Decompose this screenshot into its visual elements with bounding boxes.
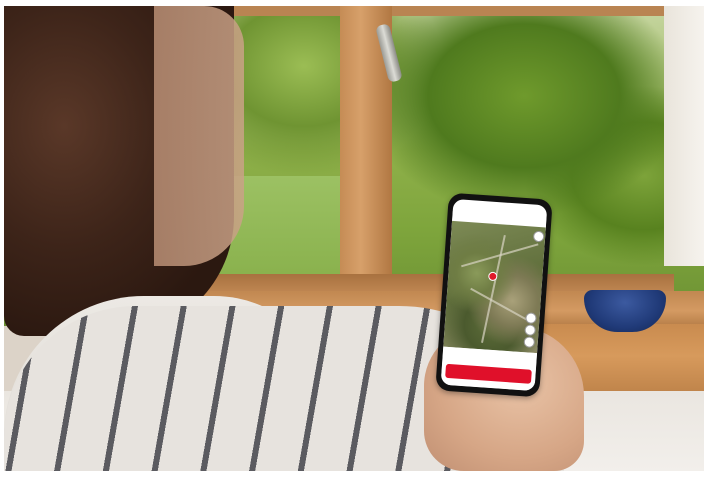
primary-action-button[interactable]	[445, 363, 532, 384]
map-control-icon[interactable]	[525, 312, 537, 325]
map-control-icon[interactable]	[523, 336, 536, 348]
person-cheek	[154, 6, 244, 266]
map-control-icon[interactable]	[524, 324, 537, 336]
phone-screen	[440, 198, 548, 392]
window-frame-right	[664, 6, 704, 266]
panel-label	[447, 349, 448, 359]
bottom-panel	[440, 346, 538, 392]
smartphone	[435, 192, 553, 398]
map-road	[470, 287, 533, 324]
map-road	[481, 234, 506, 343]
photo	[4, 6, 704, 471]
status-time	[458, 201, 459, 211]
status-icons	[542, 207, 543, 217]
satellite-map[interactable]	[443, 220, 546, 354]
map-control-icon[interactable]	[532, 230, 545, 243]
panel-value	[531, 355, 532, 365]
